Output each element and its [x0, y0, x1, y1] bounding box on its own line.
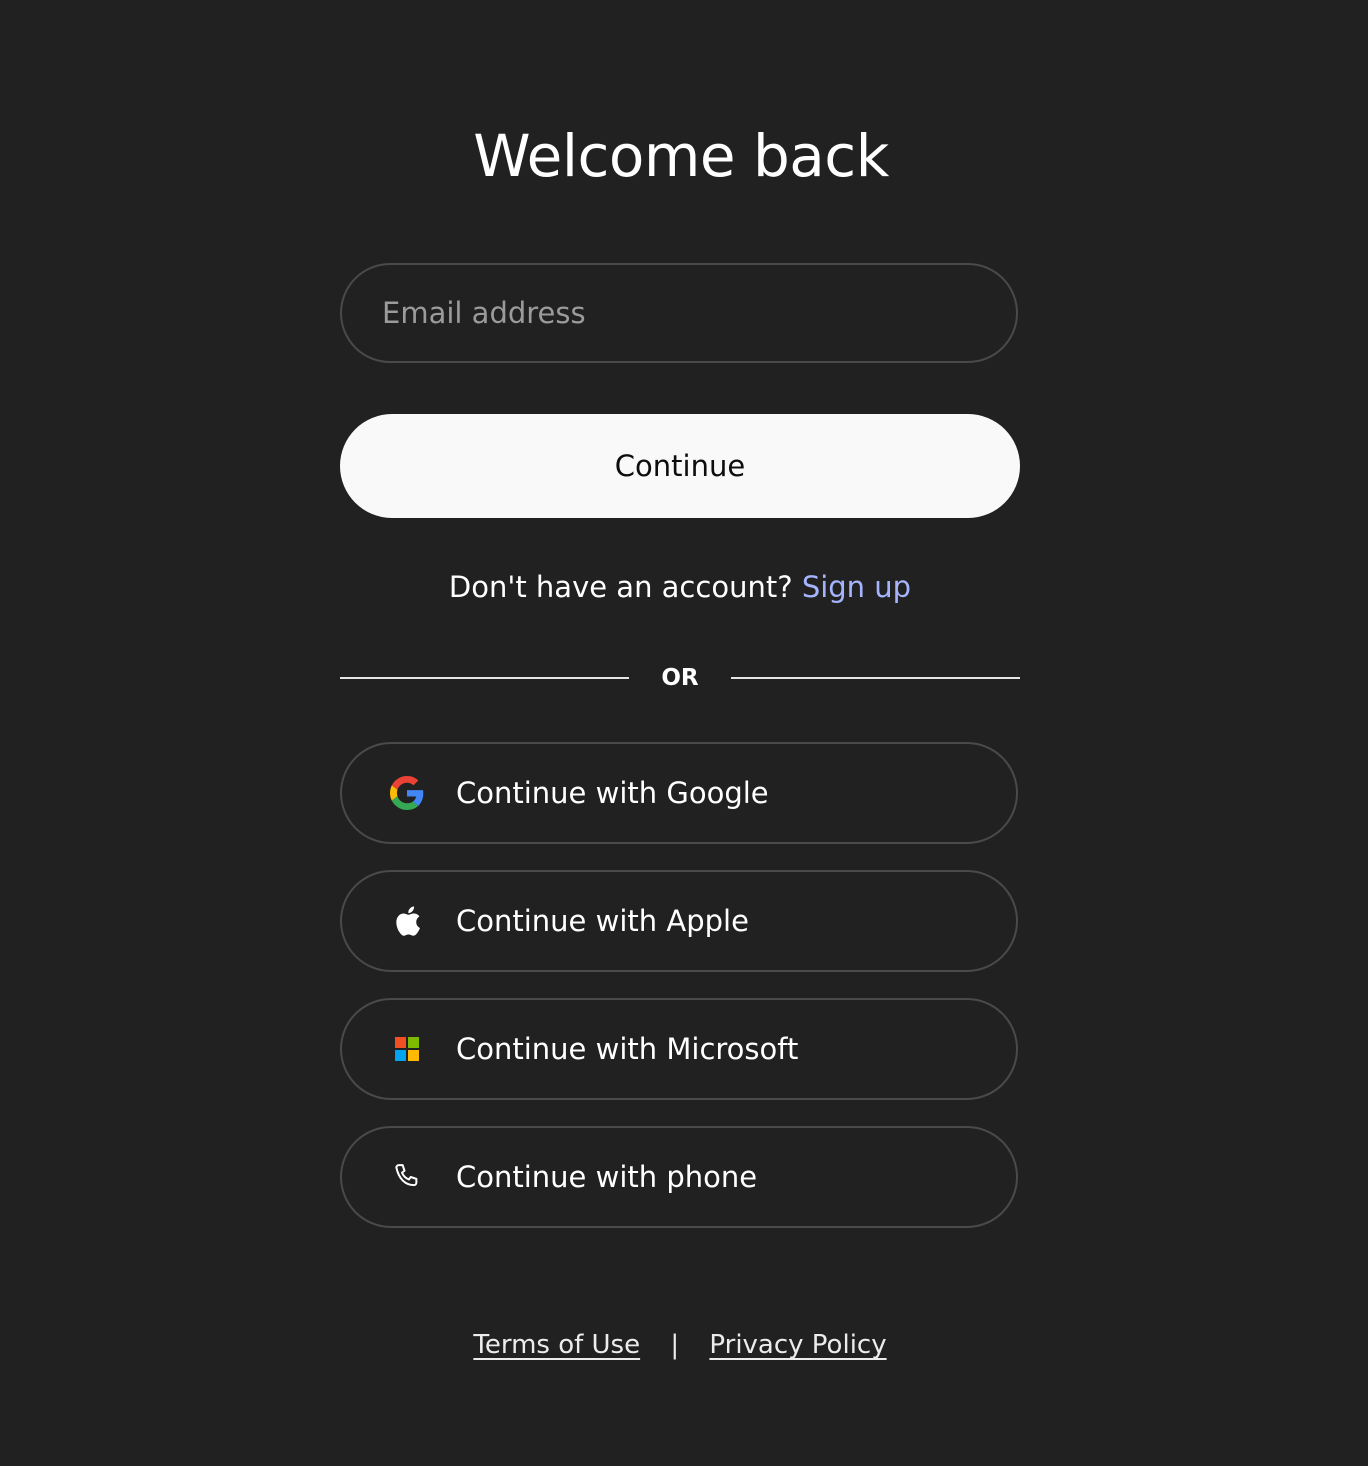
- continue-with-apple-button[interactable]: Continue with Apple: [340, 870, 1018, 972]
- google-button-label: Continue with Google: [456, 776, 769, 810]
- continue-with-microsoft-button[interactable]: Continue with Microsoft: [340, 998, 1018, 1100]
- login-page: Welcome back Continue Don't have an acco…: [0, 0, 1368, 1466]
- continue-button[interactable]: Continue: [340, 414, 1020, 518]
- phone-button-label: Continue with phone: [456, 1160, 758, 1194]
- apple-icon: [388, 902, 426, 940]
- signup-prompt: Don't have an account?: [448, 570, 793, 604]
- microsoft-button-label: Continue with Microsoft: [456, 1032, 799, 1066]
- microsoft-icon: [388, 1030, 426, 1068]
- or-divider: OR: [340, 660, 1020, 696]
- footer-links: Terms of Use | Privacy Policy: [0, 1330, 1360, 1360]
- signup-link[interactable]: Sign up: [802, 570, 911, 604]
- signup-row: Don't have an account? Sign up: [0, 570, 1360, 604]
- phone-icon: [388, 1158, 426, 1196]
- divider-line-right: [731, 677, 1020, 679]
- apple-button-label: Continue with Apple: [456, 904, 749, 938]
- email-field[interactable]: [340, 263, 1018, 363]
- google-icon: [388, 774, 426, 812]
- continue-with-phone-button[interactable]: Continue with phone: [340, 1126, 1018, 1228]
- divider-label: OR: [661, 665, 699, 691]
- divider-line-left: [340, 677, 629, 679]
- terms-link[interactable]: Terms of Use: [473, 1330, 640, 1360]
- privacy-link[interactable]: Privacy Policy: [709, 1330, 886, 1360]
- continue-with-google-button[interactable]: Continue with Google: [340, 742, 1018, 844]
- page-title: Welcome back: [473, 122, 889, 190]
- footer-separator: |: [670, 1330, 680, 1360]
